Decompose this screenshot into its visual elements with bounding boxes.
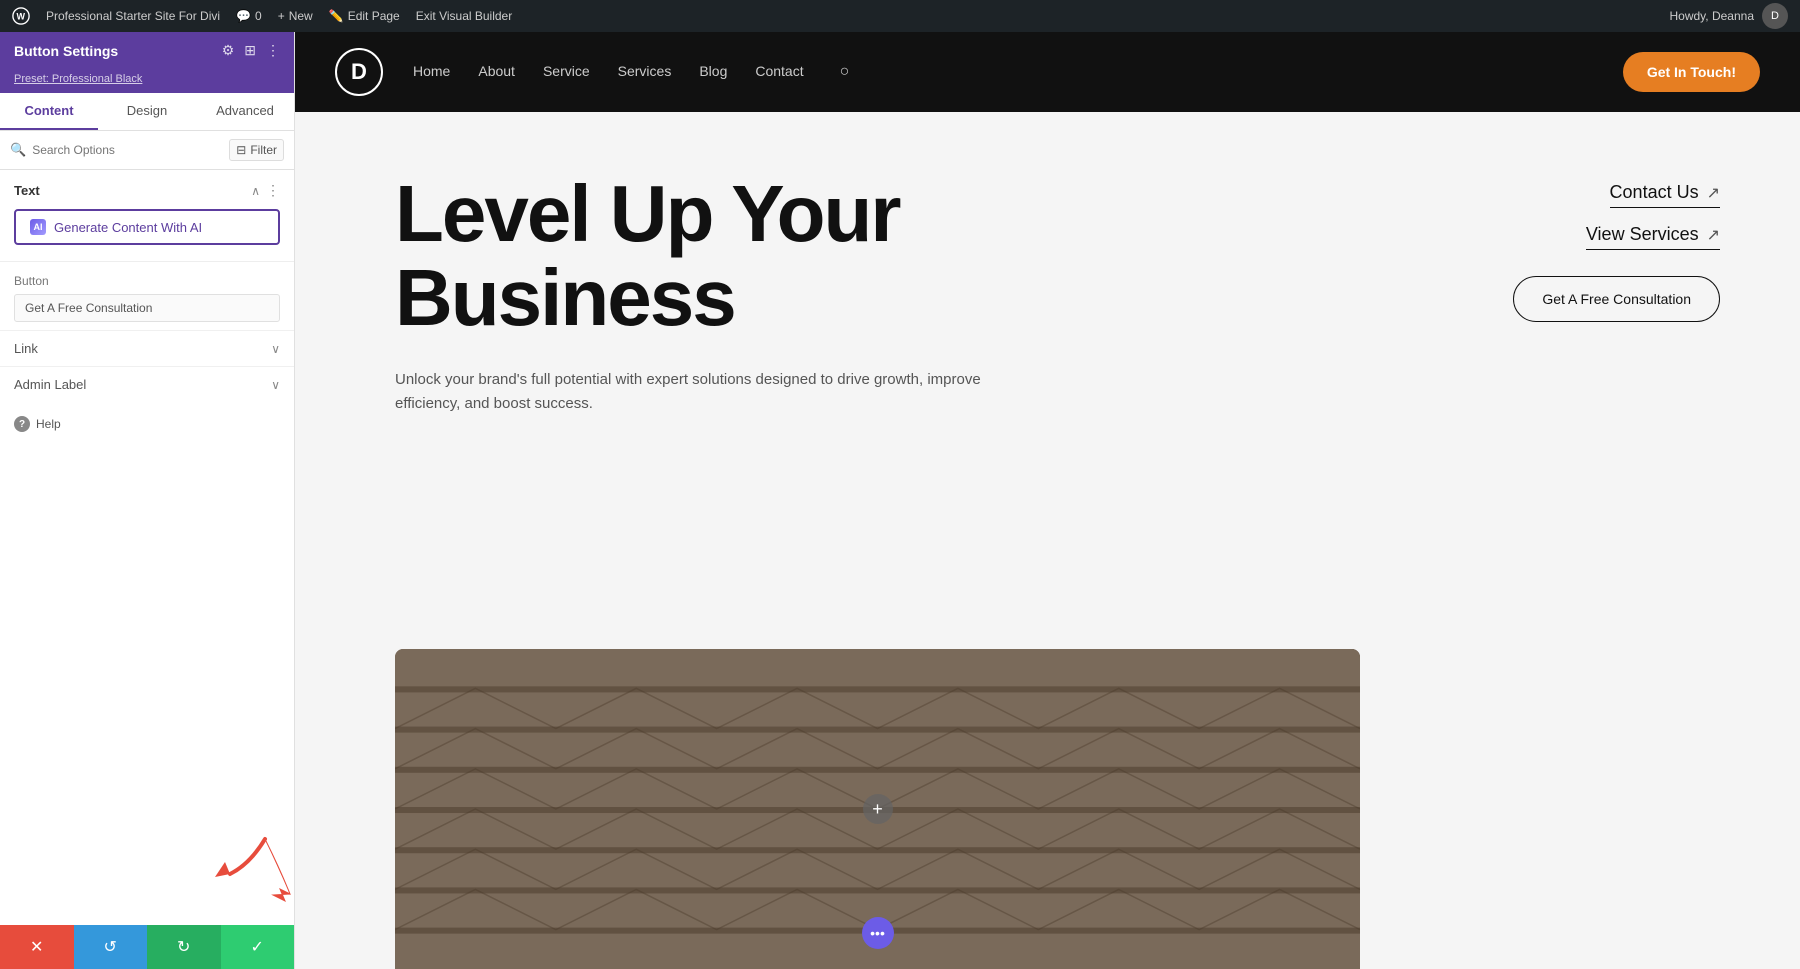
text-section-controls: ∧ ⋮: [251, 182, 280, 199]
hero-right: Contact Us ↗ View Services ↗ Get A Free …: [1360, 172, 1720, 929]
redo-button[interactable]: ↻: [147, 925, 221, 969]
red-arrow-indicator: [210, 819, 300, 914]
help-section[interactable]: ? Help: [0, 402, 294, 446]
view-services-link[interactable]: View Services ↗: [1586, 224, 1720, 250]
wp-logo-item[interactable]: W: [12, 7, 30, 25]
chevron-up-icon[interactable]: ∧: [251, 184, 260, 198]
button-field-group: Button: [0, 266, 294, 330]
help-label: Help: [36, 417, 61, 431]
button-text-input[interactable]: [14, 294, 280, 322]
search-input[interactable]: [32, 143, 223, 157]
ai-icon: AI: [30, 219, 46, 235]
nav-contact[interactable]: Contact: [755, 63, 803, 81]
get-in-touch-button[interactable]: Get In Touch!: [1623, 52, 1760, 92]
settings-icon[interactable]: ⚙: [222, 42, 235, 59]
hero-left: Level Up Your Business Unlock your brand…: [395, 172, 1360, 929]
panel-preset: Preset: Professional Black: [0, 69, 294, 93]
layout-icon[interactable]: ⊞: [244, 42, 256, 59]
tab-advanced[interactable]: Advanced: [196, 93, 294, 130]
link-section: Link ∨: [0, 330, 294, 366]
site-header: D Home About Service Services Blog Conta…: [295, 32, 1800, 112]
admin-label-header[interactable]: Admin Label ∨: [14, 377, 280, 392]
image-options-button[interactable]: •••: [862, 917, 894, 949]
nav-search-icon[interactable]: ○: [840, 63, 850, 81]
edit-page-item[interactable]: ✏️ Edit Page: [329, 9, 400, 23]
comment-icon: 💬: [236, 9, 251, 23]
nav-blog[interactable]: Blog: [699, 63, 727, 81]
panel-bottom-bar: ✕ ↺ ↻ ✓: [0, 925, 294, 969]
filter-button[interactable]: ⊟ Filter: [229, 139, 284, 161]
new-label: New: [289, 9, 313, 23]
cancel-icon: ✕: [30, 937, 43, 957]
hero-title: Level Up Your Business: [395, 172, 1360, 340]
save-button[interactable]: ✓: [221, 925, 295, 969]
text-section-header: Text ∧ ⋮: [14, 182, 280, 199]
link-section-header[interactable]: Link ∨: [14, 341, 280, 356]
text-section: Text ∧ ⋮ AI Generate Content With AI: [0, 170, 294, 257]
panel-header: Button Settings ⚙ ⊞ ⋮: [0, 32, 294, 69]
undo-button[interactable]: ↺: [74, 925, 148, 969]
preview-area: D Home About Service Services Blog Conta…: [295, 32, 1800, 969]
search-icon: 🔍: [10, 142, 26, 158]
contact-arrow-icon: ↗: [1707, 183, 1720, 203]
text-section-title: Text: [14, 183, 40, 198]
hero-section: Level Up Your Business Unlock your brand…: [295, 112, 1800, 969]
text-options-icon[interactable]: ⋮: [266, 182, 280, 199]
site-name-item[interactable]: Professional Starter Site For Divi: [46, 9, 220, 23]
left-panel: Button Settings ⚙ ⊞ ⋮ Preset: Profession…: [0, 32, 295, 969]
ai-button-label: Generate Content With AI: [54, 220, 202, 235]
panel-tabs: Content Design Advanced: [0, 93, 294, 131]
preset-label[interactable]: Preset: Professional Black: [14, 73, 142, 85]
howdy-label: Howdy, Deanna: [1670, 9, 1755, 23]
site-logo: D: [335, 48, 383, 96]
cancel-button[interactable]: ✕: [0, 925, 74, 969]
admin-label-chevron-icon: ∨: [271, 378, 280, 392]
hero-subtitle: Unlock your brand's full potential with …: [395, 368, 995, 416]
undo-icon: ↺: [104, 937, 117, 957]
ai-generate-button[interactable]: AI Generate Content With AI: [14, 209, 280, 245]
contact-us-link[interactable]: Contact Us ↗: [1610, 182, 1720, 208]
nav-home[interactable]: Home: [413, 63, 450, 81]
filter-icon: ⊟: [236, 143, 246, 157]
pencil-icon: ✏️: [329, 9, 344, 23]
help-icon: ?: [14, 416, 30, 432]
hero-building-image: + •••: [395, 649, 1360, 969]
nav-service[interactable]: Service: [543, 63, 590, 81]
panel-search-bar: 🔍 ⊟ Filter: [0, 131, 294, 170]
link-section-title: Link: [14, 341, 38, 356]
panel-header-icons: ⚙ ⊞ ⋮: [222, 42, 280, 59]
divider-1: [0, 261, 294, 262]
admin-bar-right: Howdy, Deanna D: [1670, 3, 1789, 29]
link-chevron-icon: ∨: [271, 342, 280, 356]
more-icon[interactable]: ⋮: [266, 42, 280, 59]
button-field-label: Button: [14, 274, 280, 288]
tab-content[interactable]: Content: [0, 93, 98, 130]
plus-icon: +: [278, 9, 285, 23]
save-icon: ✓: [251, 937, 264, 957]
comments-item[interactable]: 💬 0: [236, 9, 262, 23]
filter-label: Filter: [250, 143, 277, 157]
admin-label-title: Admin Label: [14, 377, 86, 392]
svg-text:W: W: [17, 12, 26, 22]
admin-bar: W Professional Starter Site For Divi 💬 0…: [0, 0, 1800, 32]
user-avatar[interactable]: D: [1762, 3, 1788, 29]
panel-title: Button Settings: [14, 43, 118, 59]
admin-label-section: Admin Label ∨: [0, 366, 294, 402]
redo-icon: ↻: [177, 937, 190, 957]
site-nav: Home About Service Services Blog Contact…: [413, 63, 849, 81]
nav-about[interactable]: About: [478, 63, 515, 81]
edit-page-label: Edit Page: [348, 9, 400, 23]
services-arrow-icon: ↗: [1707, 225, 1720, 245]
nav-services[interactable]: Services: [618, 63, 672, 81]
tab-design[interactable]: Design: [98, 93, 196, 130]
new-item[interactable]: + New: [278, 9, 313, 23]
add-element-button[interactable]: +: [863, 794, 893, 824]
comments-count: 0: [255, 9, 262, 23]
main-layout: Button Settings ⚙ ⊞ ⋮ Preset: Profession…: [0, 32, 1800, 969]
site-name-label: Professional Starter Site For Divi: [46, 9, 220, 23]
exit-builder-item[interactable]: Exit Visual Builder: [416, 9, 513, 23]
exit-builder-label: Exit Visual Builder: [416, 9, 513, 23]
consultation-button[interactable]: Get A Free Consultation: [1513, 276, 1720, 322]
